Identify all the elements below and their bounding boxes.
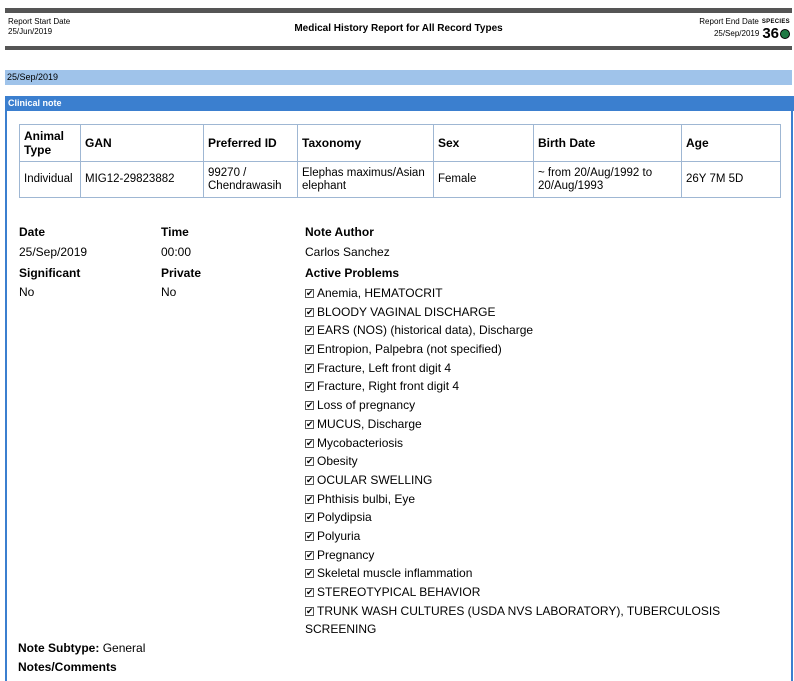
note-author-value: Carlos Sanchez bbox=[305, 245, 390, 259]
checkbox-checked-icon bbox=[305, 382, 314, 392]
table-cell: Female bbox=[433, 161, 534, 198]
active-problems-list: Anemia, HEMATOCRIT BLOODY VAGINAL DISCHA… bbox=[305, 284, 775, 639]
animal-info-table: Animal Type GAN Preferred ID Taxonomy Se… bbox=[19, 124, 781, 198]
list-item: Pregnancy bbox=[305, 546, 775, 565]
checkbox-checked-icon bbox=[305, 457, 314, 467]
note-author-label: Note Author bbox=[305, 225, 374, 239]
note-subtype-label: Note Subtype: bbox=[18, 641, 100, 655]
report-title: Medical History Report for All Record Ty… bbox=[294, 23, 503, 34]
date-group-bar: 25/Sep/2019 bbox=[5, 70, 792, 85]
list-item: BLOODY VAGINAL DISCHARGE bbox=[305, 303, 775, 322]
table-cell: 99270 / Chendrawasih bbox=[203, 161, 298, 198]
table-header-row: Animal Type GAN Preferred ID Taxonomy Se… bbox=[19, 124, 781, 162]
table-header-cell: GAN bbox=[80, 124, 204, 162]
checkbox-checked-icon bbox=[305, 289, 314, 298]
checkbox-checked-icon bbox=[305, 550, 314, 560]
report-header: Report Start Date 25/Jun/2019 Medical Hi… bbox=[5, 15, 792, 45]
list-item: OCULAR SWELLING bbox=[305, 471, 775, 490]
list-item: Skeletal muscle inflammation bbox=[305, 564, 775, 583]
list-item: Obesity bbox=[305, 452, 775, 471]
note-subtype: Note Subtype: General bbox=[18, 641, 145, 655]
table-row: Individual MIG12-29823882 99270 / Chendr… bbox=[19, 161, 781, 198]
table-cell: ~ from 20/Aug/1992 to 20/Aug/1993 bbox=[533, 161, 682, 198]
report-end-label: Report End Date bbox=[699, 17, 759, 26]
time-value: 00:00 bbox=[161, 245, 192, 259]
logo-circle-icon bbox=[780, 28, 790, 39]
logo-number: 36 bbox=[762, 26, 790, 41]
checkbox-checked-icon bbox=[305, 307, 314, 317]
table-header-cell: Sex bbox=[433, 124, 534, 162]
checkbox-checked-icon bbox=[305, 401, 314, 411]
significant-value: No bbox=[19, 285, 35, 299]
list-item: Phthisis bulbi, Eye bbox=[305, 490, 775, 509]
list-item: Polydipsia bbox=[305, 508, 775, 527]
table-header-cell: Age bbox=[681, 124, 781, 162]
list-item: Anemia, HEMATOCRIT bbox=[305, 284, 775, 303]
header-top-rule bbox=[5, 8, 792, 13]
date-value: 25/Sep/2019 bbox=[19, 245, 88, 259]
checkbox-checked-icon bbox=[305, 345, 314, 355]
table-cell: 26Y 7M 5D bbox=[681, 161, 781, 198]
report-end: Report End Date SPECIES 25/Sep/2019 36 bbox=[699, 17, 790, 41]
table-header-cell: Taxonomy bbox=[297, 124, 434, 162]
table-cell: Individual bbox=[19, 161, 81, 198]
checkbox-checked-icon bbox=[305, 475, 314, 485]
list-item: Fracture, Right front digit 4 bbox=[305, 377, 775, 396]
significant-label: Significant bbox=[19, 266, 81, 280]
note-subtype-value: General bbox=[102, 641, 146, 655]
table-header-cell: Preferred ID bbox=[203, 124, 298, 162]
notes-comments-label: Notes/Comments bbox=[18, 660, 117, 674]
list-item: Fracture, Left front digit 4 bbox=[305, 359, 775, 378]
checkbox-checked-icon bbox=[305, 419, 314, 429]
date-label: Date bbox=[19, 225, 46, 239]
list-item: Mycobacteriosis bbox=[305, 434, 775, 453]
checkbox-checked-icon bbox=[305, 588, 314, 597]
private-label: Private bbox=[161, 266, 202, 280]
list-item: Loss of pregnancy bbox=[305, 396, 775, 415]
table-header-cell: Birth Date bbox=[533, 124, 682, 162]
list-item: Entropion, Palpebra (not specified) bbox=[305, 340, 775, 359]
checkbox-checked-icon bbox=[305, 438, 314, 448]
checkbox-checked-icon bbox=[305, 363, 314, 373]
list-item: MUCUS, Discharge bbox=[305, 415, 775, 434]
table-header-cell: Animal Type bbox=[19, 124, 81, 162]
list-item: EARS (NOS) (historical data), Discharge bbox=[305, 321, 775, 340]
checkbox-checked-icon bbox=[305, 606, 314, 616]
checkbox-checked-icon bbox=[305, 569, 314, 579]
checkbox-checked-icon bbox=[305, 513, 314, 523]
list-item: Polyuria bbox=[305, 527, 775, 546]
report-end-date: 25/Sep/2019 bbox=[713, 28, 760, 38]
checkbox-checked-icon bbox=[305, 531, 314, 541]
list-item: STEREOTYPICAL BEHAVIOR bbox=[305, 583, 775, 602]
private-value: No bbox=[161, 285, 177, 299]
header-bottom-rule bbox=[5, 46, 792, 50]
time-label: Time bbox=[161, 225, 189, 239]
table-cell: MIG12-29823882 bbox=[80, 161, 204, 198]
section-header-clinical-note: Clinical note bbox=[5, 96, 794, 111]
checkbox-checked-icon bbox=[305, 326, 314, 336]
table-cell: Elephas maximus/Asian elephant bbox=[297, 161, 434, 198]
checkbox-checked-icon bbox=[305, 494, 314, 504]
list-item: TRUNK WASH CULTURES (USDA NVS LABORATORY… bbox=[305, 602, 775, 639]
active-problems-label: Active Problems bbox=[305, 266, 400, 280]
